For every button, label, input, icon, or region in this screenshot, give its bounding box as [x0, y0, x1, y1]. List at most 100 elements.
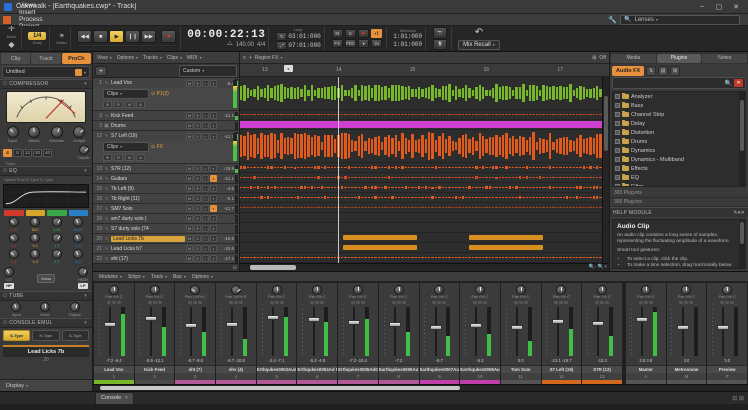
fader-handle[interactable]: [348, 320, 360, 325]
strip-mini-button[interactable]: [234, 301, 238, 304]
track-name[interactable]: 7b Right (11): [111, 196, 185, 202]
help-close-icon[interactable]: ✕: [741, 210, 746, 216]
track-scroll-button[interactable]: ⊞: [233, 265, 237, 271]
clip-lane-5[interactable]: [240, 163, 609, 173]
x2-button[interactable]: 2x: [371, 39, 382, 48]
track-name[interactable]: Guitars: [111, 176, 185, 182]
fader-handle[interactable]: [511, 325, 523, 330]
track-volume-db[interactable]: -15.6: [218, 236, 234, 241]
track-volume-db[interactable]: -17.2: [218, 256, 234, 261]
preset-save-icon[interactable]: [75, 69, 82, 76]
input-echo-button[interactable]: ◗: [210, 235, 217, 242]
mix-recall-dropdown[interactable]: Mix Recall: [458, 40, 500, 50]
write-button[interactable]: W: [125, 101, 134, 108]
mute-button[interactable]: M: [186, 133, 193, 140]
lenses-dropdown[interactable]: 🔍 Lenses: [620, 15, 740, 25]
strip-mini-button[interactable]: [725, 301, 729, 304]
mute-button[interactable]: M: [186, 112, 193, 119]
high-knob[interactable]: [78, 267, 88, 277]
vscroll-handle[interactable]: [604, 96, 608, 152]
clip-lane-13[interactable]: [240, 243, 609, 253]
mixer-strip-5[interactable]: Pan 0% C-2.4 -7.1Erthqukes0003Audio5: [257, 283, 297, 384]
fader-handle[interactable]: [552, 319, 564, 324]
strip-name[interactable]: Metronome: [667, 365, 707, 373]
eq-collapse-icon[interactable]: ▾: [84, 168, 87, 174]
strip-mini-button[interactable]: [402, 301, 406, 304]
arm-button[interactable]: ○: [202, 133, 209, 140]
stop-button[interactable]: ■: [93, 30, 108, 43]
mixer-menu-bus[interactable]: Bus: [171, 274, 188, 280]
strip-mini-button[interactable]: [595, 301, 599, 304]
mute-button[interactable]: M: [186, 245, 193, 252]
solo-all-button[interactable]: S: [345, 29, 356, 38]
strip-name[interactable]: Earthqukes0008Au7: [460, 365, 500, 373]
track-name[interactable]: Drums: [111, 123, 185, 129]
track-name[interactable]: Lead Licks b7: [111, 246, 185, 252]
input-echo-button[interactable]: ◗: [210, 133, 217, 140]
mixer-menu-strips[interactable]: Strips: [126, 274, 147, 280]
strip-mini-button[interactable]: [361, 301, 365, 304]
solo-button[interactable]: S: [194, 165, 201, 172]
tool-edit[interactable]: ◆Edit: [5, 39, 18, 53]
strip-mini-button[interactable]: [188, 301, 192, 304]
strip-mini-button[interactable]: [473, 301, 477, 304]
arm-button[interactable]: ○: [202, 175, 209, 182]
mixer-strip-13[interactable]: Pan 0% C-13.3S7R (12)13: [582, 283, 622, 384]
track-row-22[interactable]: 22∿sht (17)MS○◗-17.2: [93, 254, 239, 263]
solo-button[interactable]: S: [194, 225, 201, 232]
playhead-line[interactable]: [338, 77, 339, 263]
pause-button[interactable]: ❙❙: [125, 30, 140, 43]
dock-icon[interactable]: ⊟ ⊞: [732, 395, 744, 402]
loop-toggle-icon[interactable]: ↻: [276, 32, 287, 41]
folder-checkbox[interactable]: [615, 157, 620, 162]
mixer-strip-3[interactable]: Pan 100% L-6.7 -9.6sht (7)3: [175, 283, 215, 384]
undo-icon[interactable]: ↶: [458, 27, 500, 38]
mute-button[interactable]: M: [186, 80, 193, 87]
strip-name[interactable]: S7R (12): [582, 365, 622, 373]
strip-name[interactable]: Erthqukes0003Audio: [257, 365, 297, 373]
mute-all-button[interactable]: M: [332, 29, 343, 38]
plugin-folder-bass[interactable]: Bass: [613, 101, 745, 110]
track-volume-db[interactable]: -11.7: [218, 134, 234, 139]
pan-knob[interactable]: [597, 285, 607, 295]
input-echo-button[interactable]: ◗: [210, 255, 217, 262]
transport-scrubber[interactable]: [77, 44, 177, 47]
add-track-button[interactable]: +: [95, 66, 107, 76]
tool-move[interactable]: ✛Move: [5, 26, 18, 39]
aim-assist-toggle[interactable]: Off: [599, 55, 606, 61]
audio-clip-segment[interactable]: [343, 235, 417, 240]
attack-knob[interactable]: [28, 126, 40, 138]
clip-lane-14[interactable]: [240, 253, 609, 263]
screenshot-icon[interactable]: 📷: [433, 27, 447, 39]
eq-q-knob-4[interactable]: [73, 249, 83, 259]
display-tab[interactable]: Display: [0, 379, 92, 391]
mic-button[interactable]: ♦: [358, 39, 369, 48]
folder-checkbox[interactable]: [615, 175, 620, 180]
strip-name[interactable]: Tom Sum: [501, 365, 541, 373]
eq-gain-knob-3[interactable]: [52, 233, 62, 243]
console-tab-close-icon[interactable]: ✕: [124, 393, 128, 404]
pan-knob[interactable]: [190, 285, 200, 295]
strip-mini-button[interactable]: [720, 301, 724, 304]
track-row-17[interactable]: 17∿SM7 SoloMS○◗-11.7: [93, 204, 239, 214]
archive-button[interactable]: A: [136, 101, 145, 108]
pan-knob[interactable]: [475, 285, 485, 295]
solo-button[interactable]: S: [194, 175, 201, 182]
plugin-folder-effects[interactable]: Effects: [613, 164, 745, 173]
mixer-strip-7[interactable]: Pan 0% C-7.2 -10.4Erthqukes0005Ad047: [338, 283, 378, 384]
strip-mini-button[interactable]: [275, 301, 279, 304]
track-row-13[interactable]: 13∿S7R (12)MS○◗-15.9: [93, 164, 239, 174]
pan-knob[interactable]: [150, 285, 160, 295]
plugin-folder-filter[interactable]: Filter: [613, 182, 745, 187]
wrench-icon[interactable]: 🔧: [608, 16, 617, 24]
play-button[interactable]: ▶: [109, 30, 124, 43]
strip-mini-button[interactable]: [730, 301, 734, 304]
arm-button[interactable]: ○: [202, 185, 209, 192]
mixer-strip-4[interactable]: Pan 100% R-6.7 -10.8shv (4)4: [216, 283, 256, 384]
loop-zoom-icon[interactable]: ⤢: [276, 41, 287, 50]
fader-handle[interactable]: [226, 322, 238, 327]
compressor-header[interactable]: ⏻ COMPRESSOR ▾: [0, 79, 92, 89]
plugin-folder-eq[interactable]: EQ: [613, 173, 745, 182]
strip-mini-button[interactable]: [229, 301, 233, 304]
mute-button[interactable]: M: [186, 225, 193, 232]
